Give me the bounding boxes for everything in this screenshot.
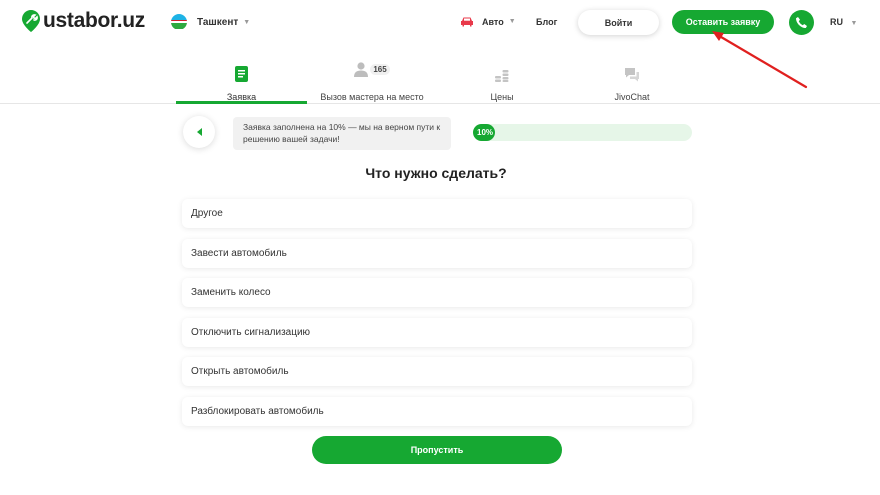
question-title: Что нужно сделать? xyxy=(365,165,507,181)
city-label: Ташкент xyxy=(197,16,239,28)
category-selector[interactable]: Авто ▼ xyxy=(460,16,516,27)
progress-label: 10% xyxy=(477,128,494,137)
option-item[interactable]: Разблокировать автомобиль xyxy=(182,396,692,426)
option-item[interactable]: Заменить колесо xyxy=(182,278,692,307)
blog-link[interactable]: Блог xyxy=(536,17,557,27)
login-button[interactable]: Войти xyxy=(578,10,659,35)
tab-master-visit[interactable]: 165 Вызов мастера на место xyxy=(312,46,432,104)
language-selector[interactable]: RU ▼ xyxy=(830,17,857,27)
document-icon xyxy=(235,66,248,82)
chevron-down-icon: ▼ xyxy=(243,18,251,26)
logo[interactable]: ustabor.uz xyxy=(22,9,145,33)
chat-icon xyxy=(625,68,639,82)
language-label: RU xyxy=(830,17,843,27)
logo-text: ustabor.uz xyxy=(43,9,146,32)
chevron-down-icon: ▼ xyxy=(508,18,516,25)
phone-icon xyxy=(796,17,807,28)
progress-hint: Заявка заполнена на 10% — мы на верном п… xyxy=(233,117,451,150)
tab-label: Вызов мастера на место xyxy=(320,92,424,102)
count-badge: 165 xyxy=(370,63,390,75)
option-item[interactable]: Открыть автомобиль xyxy=(182,357,692,386)
options-list: Другое Завести автомобиль Заменить колесо О… xyxy=(182,199,692,436)
tab-label: JivoChat xyxy=(614,92,650,102)
leave-request-button[interactable]: Оставить заявку xyxy=(672,10,774,34)
city-selector[interactable]: Ташкент ▼ xyxy=(171,14,250,30)
car-icon xyxy=(461,17,473,27)
tab-request[interactable]: Заявка xyxy=(176,46,307,104)
chevron-down-icon: ▼ xyxy=(850,20,858,27)
coins-icon xyxy=(495,70,509,82)
option-item[interactable]: Завести автомобиль xyxy=(182,238,692,268)
progress-fill: 10% xyxy=(473,124,495,141)
wrench-pin-icon xyxy=(22,10,40,32)
phone-button[interactable] xyxy=(789,10,814,35)
back-button[interactable] xyxy=(183,116,215,148)
header: ustabor.uz Ташкент ▼ Авто ▼ Блог Войти О… xyxy=(0,0,880,46)
option-item[interactable]: Другое xyxy=(182,199,692,228)
tab-bar: Заявка 165 Вызов мастера на место Цены J… xyxy=(0,46,880,104)
tab-label: Цены xyxy=(490,92,514,102)
progress-bar: 10% xyxy=(473,124,692,141)
option-item[interactable]: Отключить сигнализацию xyxy=(182,317,692,347)
tab-jivochat[interactable]: JivoChat xyxy=(602,46,662,104)
back-arrow-icon xyxy=(196,128,202,136)
user-icon xyxy=(354,61,369,77)
uzbekistan-flag-icon xyxy=(171,14,187,30)
tab-prices[interactable]: Цены xyxy=(472,46,532,104)
skip-button[interactable]: Пропустить xyxy=(312,436,562,464)
active-tab-indicator xyxy=(176,101,307,104)
category-label: Авто xyxy=(482,16,504,27)
